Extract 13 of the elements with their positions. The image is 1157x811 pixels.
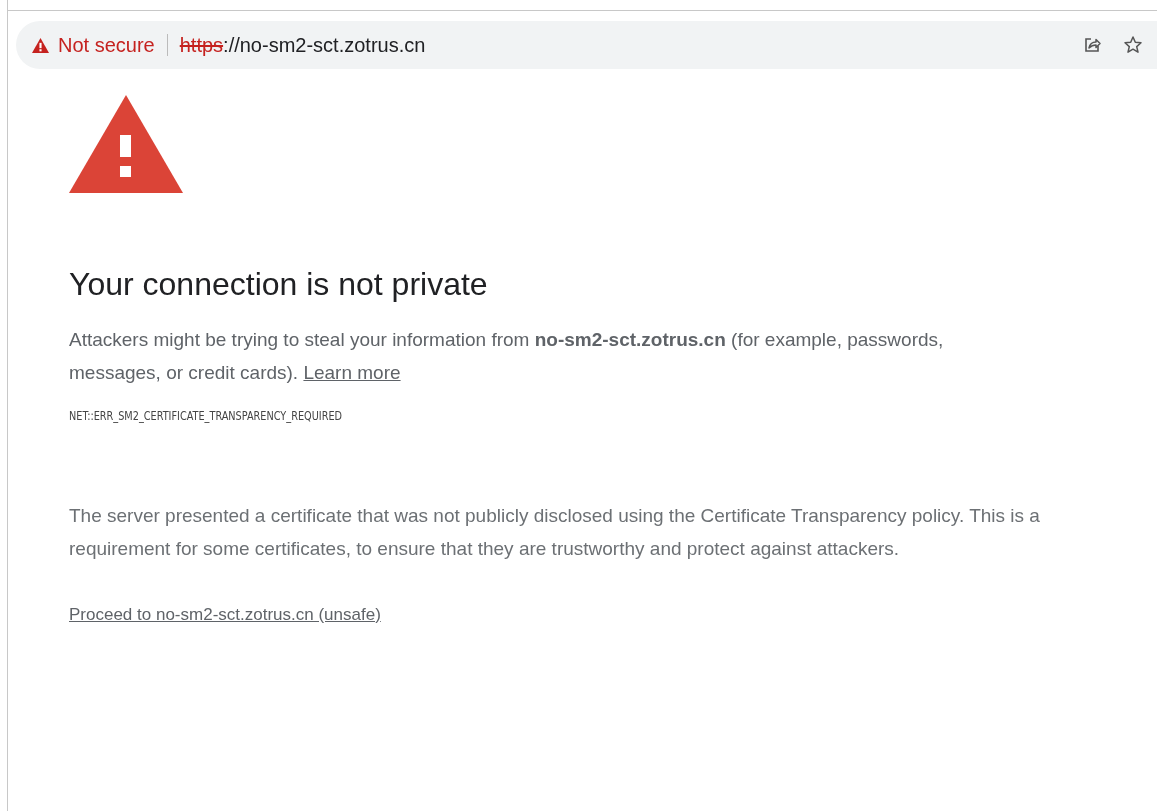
share-icon[interactable] xyxy=(1082,35,1102,55)
warning-message: Attackers might be trying to steal your information from no-sm2-sct.zotrus.cn (for example, passwords, messages, or credit cards). Learn more xyxy=(69,328,945,385)
learn-more-link[interactable]: Learn more xyxy=(303,362,401,383)
page-heading: Your connection is not private xyxy=(69,266,489,303)
error-code: NET::ERR_SM2_CERTIFICATE_TRANSPARENCY_REQUIRED xyxy=(69,409,343,423)
warning-icon xyxy=(69,95,183,193)
url-text: https://no-sm2-sct.zotrus.cn xyxy=(179,33,426,57)
address-bar[interactable]: Not secure https://no-sm2-sct.zotrus.cn xyxy=(16,21,1157,69)
warning-icon xyxy=(32,37,49,53)
security-label: Not secure xyxy=(58,33,155,57)
details-text: The server presented a certificate that was not publicly disclosed using the Certificate Transparency policy. This is a requirement for some certificates, to ensure that they are trustworthy and protect against attackers. xyxy=(69,504,1041,561)
proceed-link[interactable]: Proceed to no-sm2-sct.zotrus.cn (unsafe) xyxy=(69,605,381,625)
bookmark-star-icon[interactable] xyxy=(1123,35,1143,55)
